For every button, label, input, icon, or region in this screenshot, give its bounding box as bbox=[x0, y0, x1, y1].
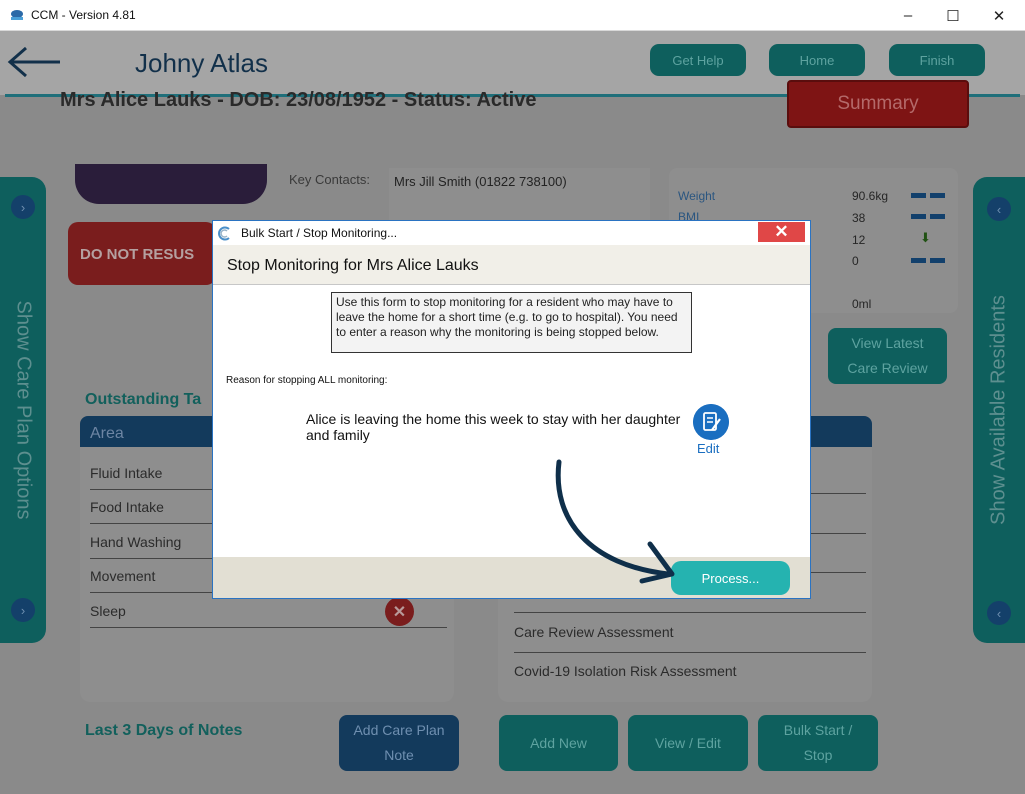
list-item[interactable]: Covid-19 Isolation Risk Assessment bbox=[514, 663, 737, 679]
summary-button[interactable]: Summary bbox=[787, 80, 969, 128]
stop-monitoring-dialog: Bulk Start / Stop Monitoring... ✕ Stop M… bbox=[212, 220, 811, 599]
vital-value-bmi: 38 bbox=[852, 211, 866, 225]
window-title: CCM - Version 4.81 bbox=[31, 8, 136, 22]
dialog-info-text: Use this form to stop monitoring for a r… bbox=[331, 292, 692, 353]
list-item[interactable]: Sleep bbox=[90, 603, 126, 619]
key-contacts-value: Mrs Jill Smith (01822 738100) bbox=[394, 174, 567, 189]
list-item[interactable]: Food Intake bbox=[90, 499, 164, 515]
outstanding-tasks-title: Outstanding Ta bbox=[85, 391, 202, 408]
add-new-button[interactable]: Add New bbox=[499, 715, 618, 771]
view-latest-care-review-button[interactable]: View Latest Care Review bbox=[828, 328, 947, 384]
app-logo-icon bbox=[11, 10, 23, 20]
vital-value-weight: 90.6kg bbox=[852, 189, 889, 203]
dialog-window-title: Bulk Start / Stop Monitoring... bbox=[241, 226, 398, 240]
button-label: View Latest bbox=[851, 335, 924, 351]
home-button[interactable]: Home bbox=[769, 44, 865, 76]
user-name: Johny Atlas bbox=[135, 48, 268, 78]
close-window-button[interactable]: ✕ bbox=[976, 0, 1022, 31]
dnr-text: DO NOT RESUS bbox=[80, 246, 195, 263]
reason-text[interactable]: Alice is leaving the home this week to s… bbox=[306, 411, 702, 443]
chevron-left-icon: ‹ bbox=[987, 601, 1011, 625]
row-divider bbox=[514, 612, 866, 613]
button-label: View / Edit bbox=[655, 734, 721, 751]
window-titlebar: CCM - Version 4.81 – ☐ ✕ bbox=[0, 0, 1025, 31]
list-item[interactable]: Movement bbox=[90, 568, 155, 584]
button-label: Add Care Plan bbox=[353, 722, 445, 738]
get-help-button[interactable]: Get Help bbox=[650, 44, 746, 76]
trend-flat-icon bbox=[911, 193, 945, 198]
vital-label-weight: Weight bbox=[678, 189, 716, 203]
edit-label[interactable]: Edit bbox=[697, 441, 719, 456]
vital-value: 0ml bbox=[852, 297, 872, 311]
resident-photo bbox=[75, 164, 267, 204]
edit-icon[interactable] bbox=[693, 404, 729, 440]
process-button[interactable]: Process... bbox=[671, 561, 790, 595]
button-label: Note bbox=[384, 747, 414, 763]
chevron-right-icon: › bbox=[11, 598, 35, 622]
list-item[interactable]: Care Review Assessment bbox=[514, 624, 674, 640]
button-label: Bulk Start / bbox=[783, 722, 853, 738]
back-arrow-icon[interactable] bbox=[6, 45, 62, 79]
maximize-button[interactable]: ☐ bbox=[930, 0, 976, 31]
chevron-right-icon: › bbox=[11, 195, 35, 219]
key-contacts-label: Key Contacts: bbox=[289, 172, 370, 187]
button-label: Care Review bbox=[847, 360, 928, 376]
side-tab-label: Show Available Residents bbox=[987, 295, 1010, 525]
status-cross-icon[interactable]: ✕ bbox=[385, 597, 414, 626]
app-c-logo-icon bbox=[218, 226, 230, 241]
finish-button[interactable]: Finish bbox=[889, 44, 985, 76]
vital-value: 12 bbox=[852, 233, 866, 247]
list-item[interactable]: Fluid Intake bbox=[90, 465, 162, 481]
list-item[interactable]: Hand Washing bbox=[90, 534, 181, 550]
button-label: Add New bbox=[530, 734, 587, 751]
minimize-button[interactable]: – bbox=[885, 0, 931, 31]
dialog-heading: Stop Monitoring for Mrs Alice Lauks bbox=[227, 257, 479, 274]
chevron-left-icon: ‹ bbox=[987, 197, 1011, 221]
row-divider bbox=[90, 627, 447, 628]
resident-title: Mrs Alice Lauks - DOB: 23/08/1952 - Stat… bbox=[60, 89, 537, 111]
trend-flat-icon bbox=[911, 258, 945, 263]
view-edit-button[interactable]: View / Edit bbox=[628, 715, 748, 771]
add-care-plan-note-button[interactable]: Add Care Plan Note bbox=[339, 715, 459, 771]
row-divider bbox=[514, 652, 866, 653]
reason-label: Reason for stopping ALL monitoring: bbox=[226, 375, 388, 386]
side-tab-label: Show Care Plan Options bbox=[12, 300, 35, 520]
trend-flat-icon bbox=[911, 214, 945, 219]
dialog-header: Stop Monitoring for Mrs Alice Lauks bbox=[213, 245, 810, 285]
dialog-titlebar: Bulk Start / Stop Monitoring... ✕ bbox=[213, 221, 810, 245]
available-residents-tab[interactable]: ‹ Show Available Residents ‹ bbox=[973, 177, 1025, 643]
button-label: Stop bbox=[803, 747, 833, 763]
area-column-header: Area bbox=[90, 425, 124, 442]
bulk-start-stop-button[interactable]: Bulk Start / Stop bbox=[758, 715, 878, 771]
care-plan-options-tab[interactable]: › Show Care Plan Options › bbox=[0, 177, 46, 643]
dialog-close-button[interactable]: ✕ bbox=[758, 222, 805, 242]
notes-title: Last 3 Days of Notes bbox=[85, 722, 243, 739]
trend-down-icon: ⬇ bbox=[920, 230, 931, 245]
vital-value: 0 bbox=[852, 254, 859, 268]
